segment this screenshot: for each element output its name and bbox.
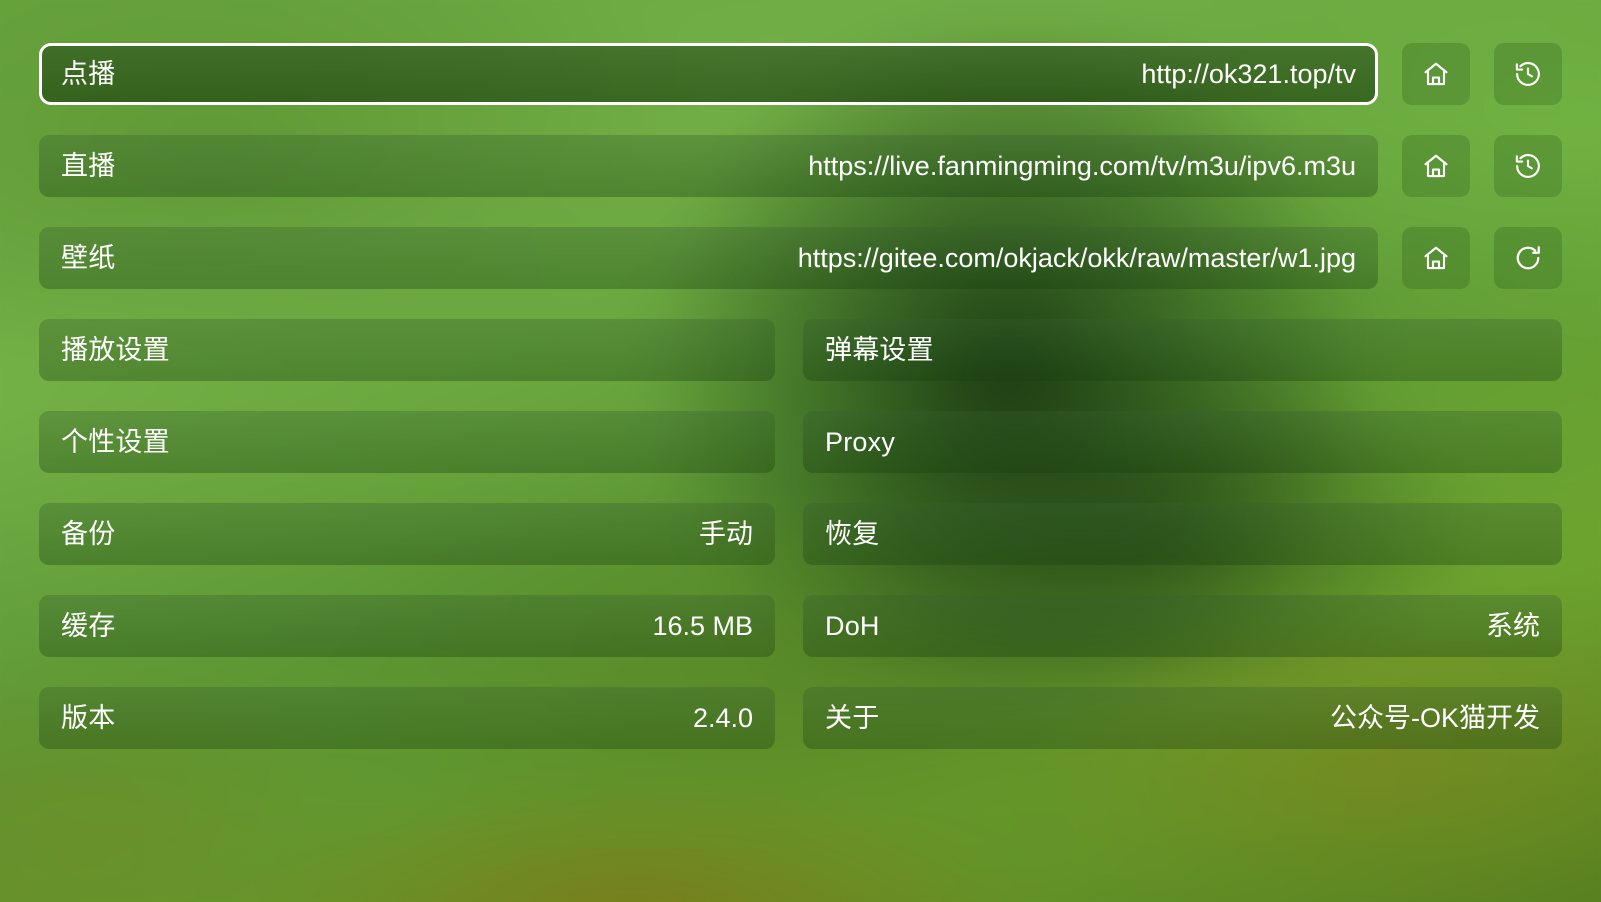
setting-label-personal-settings: 个性设置 <box>61 426 170 457</box>
setting-card-backup[interactable]: 备份 手动 <box>39 503 775 565</box>
live-home-button[interactable] <box>1402 135 1470 197</box>
setting-label-backup: 备份 <box>61 518 116 549</box>
setting-value-about: 公众号-OK猫开发 <box>1329 702 1540 733</box>
setting-card-play-settings[interactable]: 播放设置 <box>39 319 775 381</box>
setting-card-doh[interactable]: DoH 系统 <box>803 595 1562 657</box>
setting-row-live: 直播 https://live.fanmingming.com/tv/m3u/i… <box>39 135 1562 197</box>
home-icon <box>1421 243 1451 273</box>
live-history-button[interactable] <box>1494 135 1562 197</box>
setting-card-about[interactable]: 关于 公众号-OK猫开发 <box>803 687 1562 749</box>
setting-card-vod[interactable]: 点播 http://ok321.top/tv <box>39 43 1378 105</box>
setting-value-wallpaper: https://gitee.com/okjack/okk/raw/master/… <box>797 242 1356 273</box>
setting-value-version: 2.4.0 <box>692 702 753 733</box>
wallpaper-home-button[interactable] <box>1402 227 1470 289</box>
refresh-icon <box>1513 243 1543 273</box>
setting-card-cache[interactable]: 缓存 16.5 MB <box>39 595 775 657</box>
history-icon <box>1513 151 1543 181</box>
setting-label-version: 版本 <box>61 702 116 733</box>
setting-label-doh: DoH <box>825 610 880 641</box>
setting-value-backup: 手动 <box>699 518 753 549</box>
settings-screen: 点播 http://ok321.top/tv 直播 https://live.f… <box>0 0 1601 902</box>
history-icon <box>1513 59 1543 89</box>
setting-label-restore: 恢复 <box>825 518 880 549</box>
setting-row-personal-proxy: 个性设置 Proxy <box>39 411 1562 473</box>
home-icon <box>1421 59 1451 89</box>
wallpaper-refresh-button[interactable] <box>1494 227 1562 289</box>
setting-card-danmaku-settings[interactable]: 弹幕设置 <box>803 319 1562 381</box>
setting-row-vod: 点播 http://ok321.top/tv <box>39 43 1562 105</box>
setting-row-backup-restore: 备份 手动 恢复 <box>39 503 1562 565</box>
settings-content: 点播 http://ok321.top/tv 直播 https://live.f… <box>0 0 1601 902</box>
setting-value-live: https://live.fanmingming.com/tv/m3u/ipv6… <box>808 150 1356 181</box>
setting-label-wallpaper: 壁纸 <box>61 242 116 273</box>
setting-label-danmaku-settings: 弹幕设置 <box>825 334 934 365</box>
setting-label-proxy: Proxy <box>825 426 896 457</box>
setting-label-vod: 点播 <box>61 58 116 89</box>
vod-history-button[interactable] <box>1494 43 1562 105</box>
setting-label-live: 直播 <box>61 150 116 181</box>
setting-card-live[interactable]: 直播 https://live.fanmingming.com/tv/m3u/i… <box>39 135 1378 197</box>
vod-home-button[interactable] <box>1402 43 1470 105</box>
setting-card-proxy[interactable]: Proxy <box>803 411 1562 473</box>
setting-row-wallpaper: 壁纸 https://gitee.com/okjack/okk/raw/mast… <box>39 227 1562 289</box>
setting-card-version[interactable]: 版本 2.4.0 <box>39 687 775 749</box>
setting-value-doh: 系统 <box>1486 610 1540 641</box>
setting-label-about: 关于 <box>825 702 880 733</box>
setting-value-vod: http://ok321.top/tv <box>1141 58 1356 89</box>
setting-row-cache-doh: 缓存 16.5 MB DoH 系统 <box>39 595 1562 657</box>
home-icon <box>1421 151 1451 181</box>
setting-label-play-settings: 播放设置 <box>61 334 170 365</box>
setting-row-play-danmaku: 播放设置 弹幕设置 <box>39 319 1562 381</box>
setting-card-wallpaper[interactable]: 壁纸 https://gitee.com/okjack/okk/raw/mast… <box>39 227 1378 289</box>
setting-row-version-about: 版本 2.4.0 关于 公众号-OK猫开发 <box>39 687 1562 749</box>
setting-label-cache: 缓存 <box>61 610 116 641</box>
setting-card-personal-settings[interactable]: 个性设置 <box>39 411 775 473</box>
setting-value-cache: 16.5 MB <box>652 610 753 641</box>
setting-card-restore[interactable]: 恢复 <box>803 503 1562 565</box>
